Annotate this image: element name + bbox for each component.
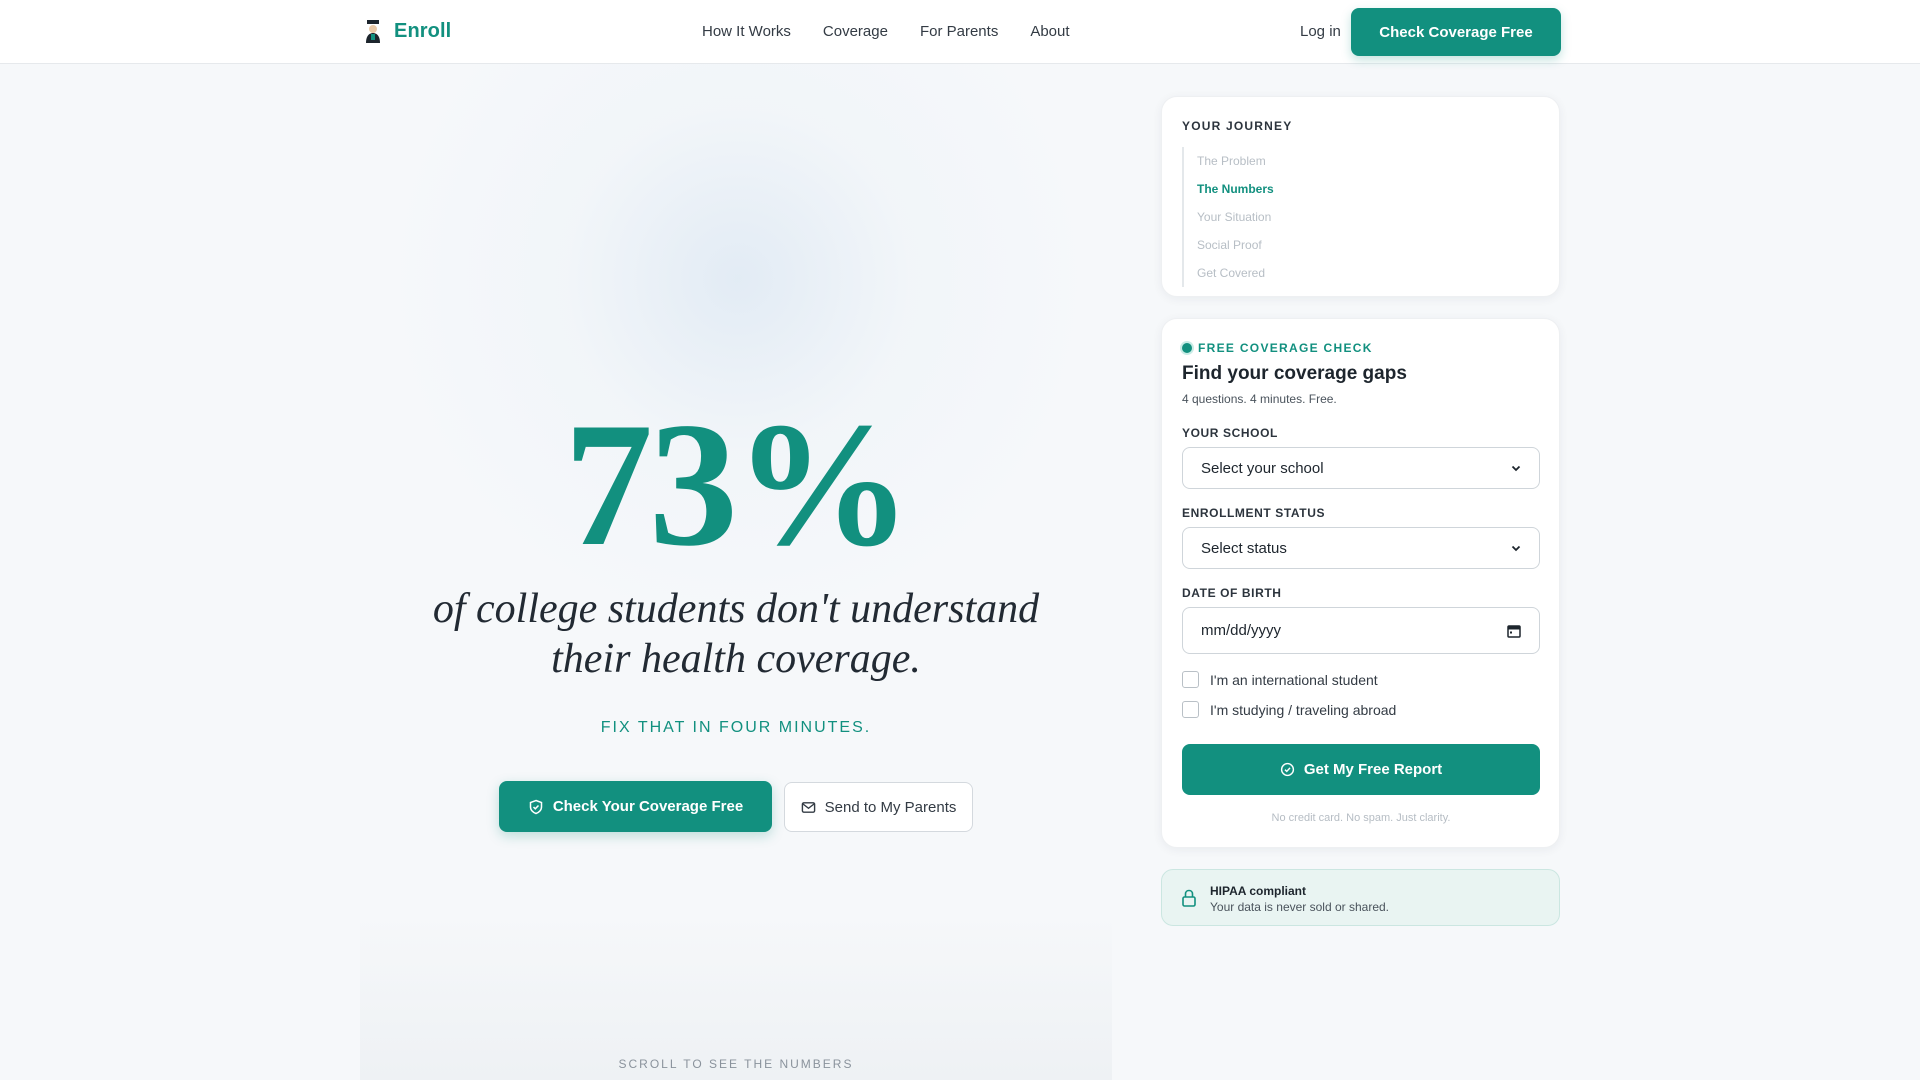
hipaa-notice: HIPAA compliant Your data is never sold …	[1161, 869, 1560, 926]
form-title: Find your coverage gaps	[1182, 363, 1407, 384]
form-note: No credit card. No spam. Just clarity.	[1271, 812, 1451, 824]
shield-check-icon	[529, 799, 543, 814]
nav-link-about[interactable]: About	[1030, 23, 1069, 40]
form-badge-text: FREE COVERAGE CHECK	[1198, 341, 1373, 355]
status-dot-icon	[1182, 343, 1192, 353]
check-your-coverage-free-button[interactable]: Check Your Coverage Free	[499, 781, 772, 832]
lock-icon	[1182, 889, 1196, 907]
international-student-label: I'm an international student	[1210, 671, 1378, 688]
check-circle-icon	[1280, 762, 1294, 777]
journey-step-social-proof[interactable]: Social Proof	[1197, 231, 1274, 259]
hipaa-title: HIPAA compliant	[1210, 884, 1307, 898]
coverage-check-form: FREE COVERAGE CHECK Find your coverage g…	[1161, 318, 1560, 848]
hero-bottom-fade	[360, 910, 1112, 1080]
college-graduate-icon	[366, 20, 380, 43]
nav-links: How It Works Coverage For Parents About	[702, 23, 1070, 40]
hipaa-subtitle: Your data is never sold or shared.	[1210, 900, 1389, 914]
hero-stat: 73%	[564, 385, 912, 583]
studying-abroad-checkbox-row[interactable]: I'm studying / traveling abroad	[1182, 701, 1396, 718]
send-to-my-parents-button[interactable]: Send to My Parents	[784, 782, 973, 832]
nav-link-for-parents[interactable]: For Parents	[920, 23, 998, 40]
enrollment-status-select[interactable]: Select status	[1182, 527, 1540, 569]
submit-label: Get My Free Report	[1303, 761, 1443, 778]
studying-abroad-label: I'm studying / traveling abroad	[1210, 701, 1397, 718]
brand-name: Enroll	[394, 19, 452, 42]
calendar-icon[interactable]	[1507, 624, 1521, 638]
journey-step-the-numbers[interactable]: The Numbers	[1197, 175, 1274, 203]
hero-subtitle: of college students don't understand the…	[360, 584, 1112, 684]
secondary-cta-label: Send to My Parents	[824, 798, 957, 816]
form-badge: FREE COVERAGE CHECK	[1182, 341, 1373, 355]
studying-abroad-checkbox[interactable]	[1182, 701, 1199, 718]
mail-icon	[801, 801, 815, 813]
nav-link-coverage[interactable]: Coverage	[823, 23, 888, 40]
hero-subtitle-line-1: of college students don't understand	[432, 586, 1040, 632]
date-of-birth-value: mm/dd/yyyy	[1201, 622, 1282, 639]
primary-cta-label: Check Your Coverage Free	[552, 798, 744, 815]
journey-steps: The Problem The Numbers Your Situation S…	[1182, 147, 1274, 287]
login-link[interactable]: Log in	[1300, 23, 1341, 40]
scroll-hint: SCROLL TO SEE THE NUMBERS	[618, 1057, 854, 1071]
journey-step-the-problem[interactable]: The Problem	[1197, 147, 1274, 175]
journey-card: YOUR JOURNEY The Problem The Numbers You…	[1161, 96, 1560, 297]
journey-step-your-situation[interactable]: Your Situation	[1197, 203, 1274, 231]
chevron-down-icon	[1511, 465, 1521, 472]
international-student-checkbox[interactable]	[1182, 671, 1199, 688]
school-label: YOUR SCHOOL	[1182, 426, 1278, 440]
top-navbar: Enroll How It Works Coverage For Parents…	[0, 0, 1920, 64]
date-of-birth-input[interactable]: mm/dd/yyyy	[1182, 607, 1540, 654]
brand-logo[interactable]: Enroll	[362, 18, 451, 44]
hero-tagline: FIX THAT IN FOUR MINUTES.	[600, 719, 872, 736]
chevron-down-icon	[1511, 545, 1521, 552]
form-subtitle: 4 questions. 4 minutes. Free.	[1182, 392, 1337, 406]
enrollment-status-label: ENROLLMENT STATUS	[1182, 506, 1326, 520]
hero-subtitle-line-2: their health coverage.	[551, 636, 921, 682]
nav-link-how-it-works[interactable]: How It Works	[702, 23, 791, 40]
school-select-value: Select your school	[1201, 459, 1324, 477]
international-student-checkbox-row[interactable]: I'm an international student	[1182, 671, 1378, 688]
school-select[interactable]: Select your school	[1182, 447, 1540, 489]
get-my-free-report-button[interactable]: Get My Free Report	[1182, 744, 1540, 795]
date-of-birth-label: DATE OF BIRTH	[1182, 586, 1282, 600]
check-coverage-free-button[interactable]: Check Coverage Free	[1351, 8, 1561, 56]
journey-title: YOUR JOURNEY	[1182, 119, 1293, 133]
journey-step-get-covered[interactable]: Get Covered	[1197, 259, 1274, 287]
enrollment-status-value: Select status	[1201, 539, 1287, 557]
